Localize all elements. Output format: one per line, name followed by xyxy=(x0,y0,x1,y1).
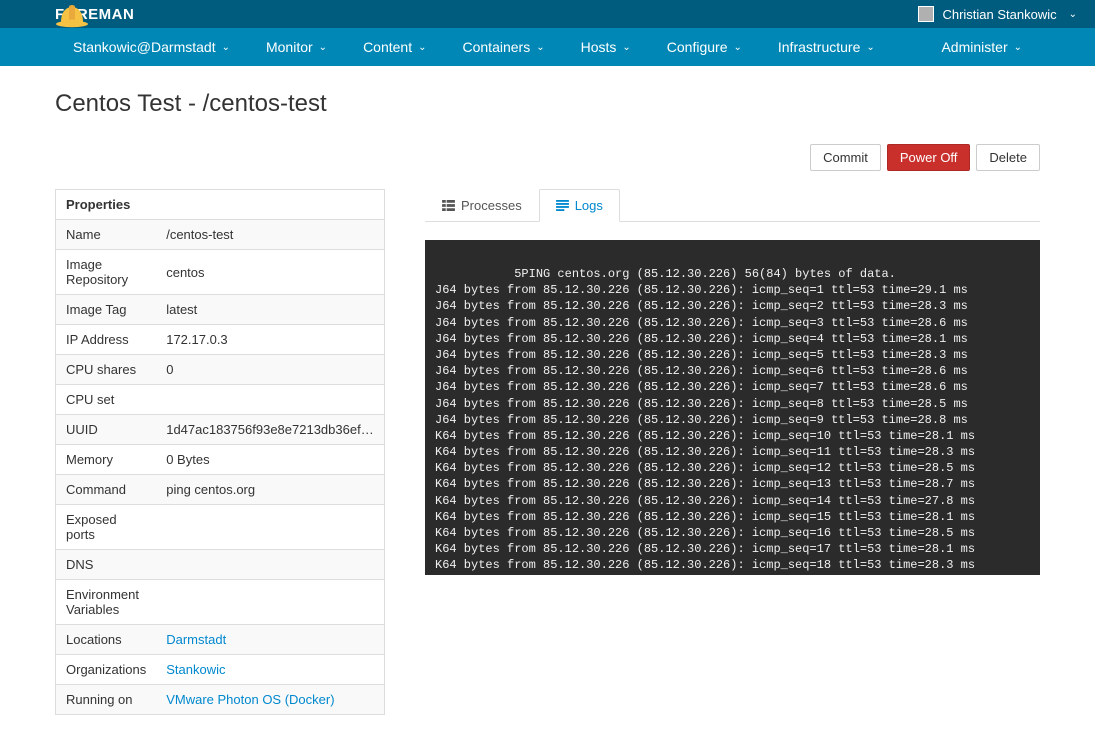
property-key: Name xyxy=(56,220,157,250)
property-value: VMware Photon OS (Docker) xyxy=(156,685,384,715)
nav-infrastructure[interactable]: Infrastructure⌄ xyxy=(760,28,893,66)
property-row: IP Address172.17.0.3 xyxy=(56,325,385,355)
property-row: Memory0 Bytes xyxy=(56,445,385,475)
property-key: Organizations xyxy=(56,655,157,685)
log-output[interactable]: 5PING centos.org (85.12.30.226) 56(84) b… xyxy=(425,240,1040,575)
nav-monitor[interactable]: Monitor⌄ xyxy=(248,28,345,66)
property-link[interactable]: Stankowic xyxy=(166,662,225,677)
chevron-down-icon: ⌄ xyxy=(222,42,230,53)
property-key: Running on xyxy=(56,685,157,715)
commit-button[interactable]: Commit xyxy=(810,144,881,171)
property-key: Exposed ports xyxy=(56,505,157,550)
tab-logs[interactable]: Logs xyxy=(539,189,620,222)
avatar-icon xyxy=(918,6,934,22)
property-row: Organizations Stankowic xyxy=(56,655,385,685)
property-value: Stankowic xyxy=(156,655,384,685)
property-value: 172.17.0.3 xyxy=(156,325,384,355)
property-value: latest xyxy=(156,295,384,325)
nav-administer[interactable]: Administer⌄ xyxy=(923,28,1040,66)
property-value: 0 xyxy=(156,355,384,385)
property-key: Locations xyxy=(56,625,157,655)
properties-header: Properties xyxy=(56,190,385,220)
property-link[interactable]: Darmstadt xyxy=(166,632,226,647)
property-row: Running on VMware Photon OS (Docker) xyxy=(56,685,385,715)
nav-content[interactable]: Content⌄ xyxy=(345,28,444,66)
property-value xyxy=(156,505,384,550)
property-value xyxy=(156,550,384,580)
property-row: CPU set xyxy=(56,385,385,415)
property-row: CPU shares0 xyxy=(56,355,385,385)
property-value xyxy=(156,385,384,415)
property-value: ping centos.org xyxy=(156,475,384,505)
property-key: DNS xyxy=(56,550,157,580)
property-row: Locations Darmstadt xyxy=(56,625,385,655)
property-row: Image Taglatest xyxy=(56,295,385,325)
property-key: Command xyxy=(56,475,157,505)
property-row: Name/centos-test xyxy=(56,220,385,250)
property-row: Commandping centos.org xyxy=(56,475,385,505)
page-title: Centos Test - /centos-test xyxy=(55,90,1040,118)
property-value: /centos-test xyxy=(156,220,384,250)
chevron-down-icon: ⌄ xyxy=(536,42,544,53)
power-off-button[interactable]: Power Off xyxy=(887,144,971,171)
property-key: Memory xyxy=(56,445,157,475)
chevron-down-icon: ⌄ xyxy=(1069,9,1077,20)
chevron-down-icon: ⌄ xyxy=(1014,42,1022,53)
context-menu[interactable]: Stankowic@Darmstadt⌄ xyxy=(55,28,248,66)
chevron-down-icon: ⌄ xyxy=(866,42,874,53)
logo-icon xyxy=(55,4,89,31)
nav-containers[interactable]: Containers⌄ xyxy=(445,28,563,66)
nav-configure[interactable]: Configure⌄ xyxy=(649,28,760,66)
user-name: Christian Stankowic xyxy=(942,7,1056,22)
property-value: 1d47ac183756f93e8e7213db36ef6… xyxy=(156,415,384,445)
action-bar: Commit Power Off Delete xyxy=(55,144,1040,171)
property-key: UUID xyxy=(56,415,157,445)
chevron-down-icon: ⌄ xyxy=(418,42,426,53)
property-key: IP Address xyxy=(56,325,157,355)
property-value: 0 Bytes xyxy=(156,445,384,475)
property-link[interactable]: VMware Photon OS (Docker) xyxy=(166,692,334,707)
tab-processes-label: Processes xyxy=(461,198,522,213)
logs-icon xyxy=(556,200,569,211)
processes-icon xyxy=(442,200,455,211)
property-value: Darmstadt xyxy=(156,625,384,655)
tab-logs-label: Logs xyxy=(575,198,603,213)
property-key: CPU shares xyxy=(56,355,157,385)
property-key: Image Repository xyxy=(56,250,157,295)
chevron-down-icon: ⌄ xyxy=(622,42,630,53)
property-row: DNS xyxy=(56,550,385,580)
property-row: UUID1d47ac183756f93e8e7213db36ef6… xyxy=(56,415,385,445)
user-menu[interactable]: Christian Stankowic ⌄ xyxy=(918,6,1077,22)
chevron-down-icon: ⌄ xyxy=(733,42,741,53)
property-value xyxy=(156,580,384,625)
delete-button[interactable]: Delete xyxy=(976,144,1040,171)
properties-table: Properties Name/centos-testImage Reposit… xyxy=(55,189,385,715)
tab-processes[interactable]: Processes xyxy=(425,189,539,221)
property-row: Image Repositorycentos xyxy=(56,250,385,295)
property-value: centos xyxy=(156,250,384,295)
chevron-down-icon: ⌄ xyxy=(319,42,327,53)
property-key: Image Tag xyxy=(56,295,157,325)
topbar: FOREMAN Christian Stankowic ⌄ xyxy=(0,0,1095,28)
property-key: Environment Variables xyxy=(56,580,157,625)
nav-hosts[interactable]: Hosts⌄ xyxy=(563,28,649,66)
navbar: Stankowic@Darmstadt⌄ Monitor⌄Content⌄Con… xyxy=(0,28,1095,66)
property-row: Environment Variables xyxy=(56,580,385,625)
tabs: Processes Logs xyxy=(425,189,1040,222)
property-row: Exposed ports xyxy=(56,505,385,550)
property-key: CPU set xyxy=(56,385,157,415)
